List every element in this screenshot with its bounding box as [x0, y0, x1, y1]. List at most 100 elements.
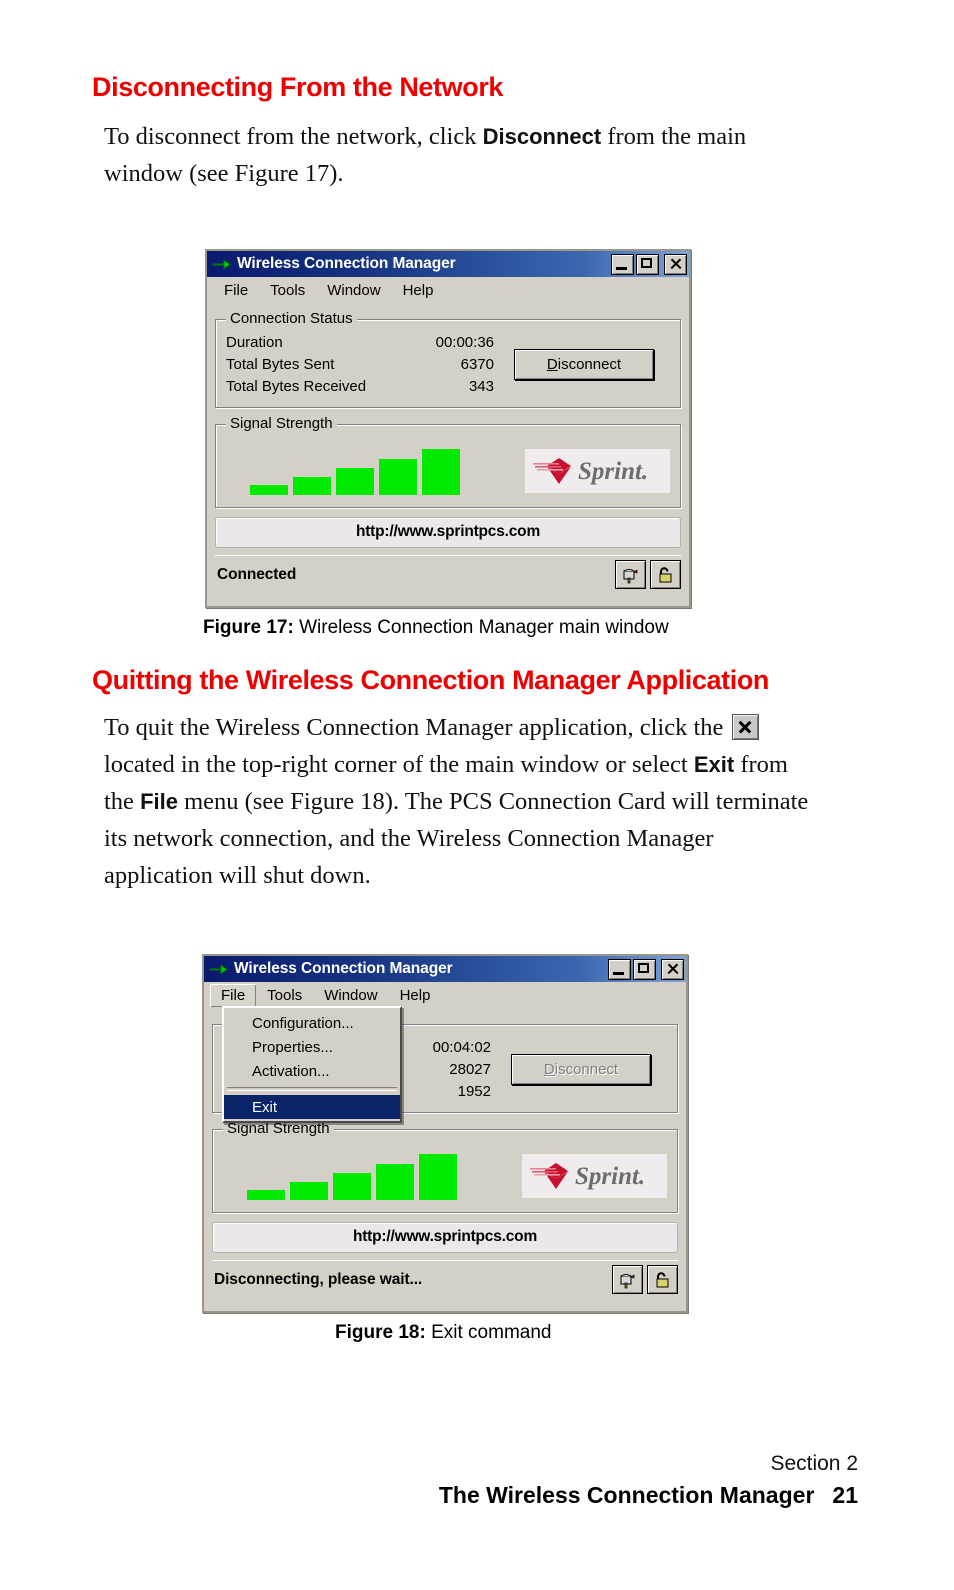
menu-option-activation[interactable]: Activation...	[224, 1059, 400, 1083]
minimize-button[interactable]	[608, 958, 631, 980]
mailbox-icon[interactable]	[612, 1265, 643, 1294]
connection-status-label: Connection Status	[226, 310, 357, 327]
signal-bar-3	[333, 1173, 371, 1200]
sprint-logo: Sprint.	[522, 1154, 667, 1198]
signal-bar-2	[293, 477, 331, 495]
paragraph-bold-file: File	[140, 789, 178, 814]
signal-bar-3	[336, 468, 374, 495]
status-bar-icons	[612, 1265, 678, 1294]
close-button[interactable]	[664, 253, 687, 275]
footer-title-text: The Wireless Connection Manager	[438, 1482, 815, 1508]
menu-bar: File Tools Window Help	[204, 982, 686, 1008]
footer-section-label: Section 2	[770, 1452, 858, 1475]
value-total-bytes-sent: 28027	[449, 1060, 491, 1078]
menu-option-configuration[interactable]: Configuration...	[224, 1011, 400, 1035]
minimize-button[interactable]	[611, 253, 634, 275]
disconnect-button-label-rest: isconnect	[557, 355, 622, 373]
signal-strength-bars	[226, 439, 480, 495]
signal-bar-1	[247, 1190, 285, 1200]
signal-strength-bars	[223, 1144, 477, 1200]
paragraph-bold-exit: Exit	[693, 752, 735, 777]
heading-disconnecting-from-the-network: Disconnecting From the Network	[92, 72, 504, 102]
signal-bar-5	[422, 449, 460, 495]
value-total-bytes-received: 1952	[457, 1082, 491, 1100]
paragraph-quitting: To quit the Wireless Connection Manager …	[104, 709, 816, 894]
label-total-bytes-received: Total Bytes Received	[226, 377, 367, 395]
label-total-bytes-sent: Total Bytes Sent	[226, 355, 335, 373]
green-arrow-icon	[212, 257, 231, 272]
maximize-button[interactable]	[633, 958, 656, 980]
padlock-open-icon[interactable]	[647, 1265, 678, 1294]
heading-quitting-the-application: Quitting the Wireless Connection Manager…	[92, 665, 770, 695]
url-bar[interactable]: http://www.sprintpcs.com	[212, 1222, 678, 1253]
value-duration: 00:00:36	[435, 333, 494, 351]
padlock-open-icon[interactable]	[650, 560, 681, 589]
status-text: Disconnecting, please wait...	[214, 1270, 423, 1288]
label-duration: Duration	[226, 333, 283, 351]
figure-18-exit-command-window: Wireless Connection Manager File Tools W…	[202, 954, 688, 1313]
signal-bar-5	[419, 1154, 457, 1200]
footer-title-bar: The Wireless Connection Manager 21	[439, 1482, 858, 1509]
disconnect-accel: D	[546, 355, 558, 373]
paragraph-text-part: menu (see Figure 18). The PCS Connection…	[104, 788, 809, 889]
disconnect-button[interactable]: Disconnect	[514, 348, 654, 380]
url-bar[interactable]: http://www.sprintpcs.com	[215, 517, 681, 548]
page-number: 21	[832, 1482, 858, 1508]
value-total-bytes-sent: 6370	[460, 355, 494, 373]
status-row-bytes-received: Total Bytes Received 343	[224, 375, 496, 397]
menu-item-file[interactable]: File	[210, 983, 257, 1007]
signal-bar-2	[290, 1182, 328, 1200]
paragraph-text-part: To disconnect from the network, click	[104, 123, 483, 150]
menu-item-help[interactable]: Help	[389, 984, 442, 1007]
window-titlebar: Wireless Connection Manager	[207, 251, 689, 277]
value-total-bytes-received: 343	[468, 377, 494, 395]
menu-item-help[interactable]: Help	[392, 279, 445, 302]
signal-strength-group: Signal Strength Sprint.	[212, 1120, 678, 1213]
mailbox-icon[interactable]	[615, 560, 646, 589]
menu-item-window[interactable]: Window	[313, 984, 388, 1007]
signal-strength-group: Signal Strength Sprint.	[215, 415, 681, 508]
signal-strength-label: Signal Strength	[226, 415, 337, 432]
svg-text:Sprint.: Sprint.	[578, 458, 648, 485]
figure-17-caption: Figure 17: Wireless Connection Manager m…	[203, 617, 669, 639]
window-title: Wireless Connection Manager	[234, 960, 453, 977]
menu-item-file[interactable]: File	[213, 279, 259, 302]
connection-status-group: Connection Status Duration 00:00:36 Tota…	[215, 310, 681, 408]
menu-option-exit[interactable]: Exit	[224, 1095, 400, 1119]
status-bar-icons	[615, 560, 681, 589]
inline-close-button-icon	[731, 714, 759, 740]
green-arrow-icon	[209, 962, 228, 977]
status-row-bytes-sent: Total Bytes Sent 6370	[224, 353, 496, 375]
figure-17-caption-label: Figure 17:	[203, 617, 294, 638]
signal-bar-4	[376, 1164, 414, 1200]
disconnect-button[interactable]: Disconnect	[511, 1053, 651, 1085]
figure-17-caption-text: Wireless Connection Manager main window	[299, 617, 669, 638]
window-titlebar: Wireless Connection Manager	[204, 956, 686, 982]
signal-bar-4	[379, 459, 417, 495]
disconnect-accel: D	[543, 1060, 555, 1078]
figure-17-wireless-connection-manager-window: Wireless Connection Manager File Tools W…	[205, 249, 691, 608]
maximize-button[interactable]	[636, 253, 659, 275]
value-duration: 00:04:02	[432, 1038, 491, 1056]
paragraph-disconnect: To disconnect from the network, click Di…	[104, 118, 816, 192]
window-controls	[611, 253, 687, 275]
menu-item-window[interactable]: Window	[316, 279, 391, 302]
status-bar: Connected	[215, 555, 681, 595]
menu-item-tools[interactable]: Tools	[259, 279, 316, 302]
signal-bar-1	[250, 485, 288, 495]
figure-18-caption-label: Figure 18:	[335, 1322, 426, 1343]
connection-status-rows: Duration 00:00:36 Total Bytes Sent 6370 …	[224, 331, 496, 397]
menu-item-tools[interactable]: Tools	[256, 984, 313, 1007]
window-title: Wireless Connection Manager	[237, 255, 456, 272]
file-menu-dropdown: Configuration... Properties... Activatio…	[222, 1006, 402, 1123]
menu-option-properties[interactable]: Properties...	[224, 1035, 400, 1059]
status-row-duration: Duration 00:00:36	[224, 331, 496, 353]
figure-18-caption-text: Exit command	[431, 1322, 552, 1343]
svg-text:Sprint.: Sprint.	[575, 1163, 645, 1190]
close-button[interactable]	[661, 958, 684, 980]
paragraph-text-part: located in the top-right corner of the m…	[104, 751, 694, 778]
disconnect-button-label-rest: isconnect	[554, 1060, 619, 1078]
paragraph-text-part: To quit the Wireless Connection Manager …	[104, 714, 730, 741]
figure-18-caption: Figure 18: Exit command	[335, 1322, 551, 1344]
sprint-logo: Sprint.	[525, 449, 670, 493]
